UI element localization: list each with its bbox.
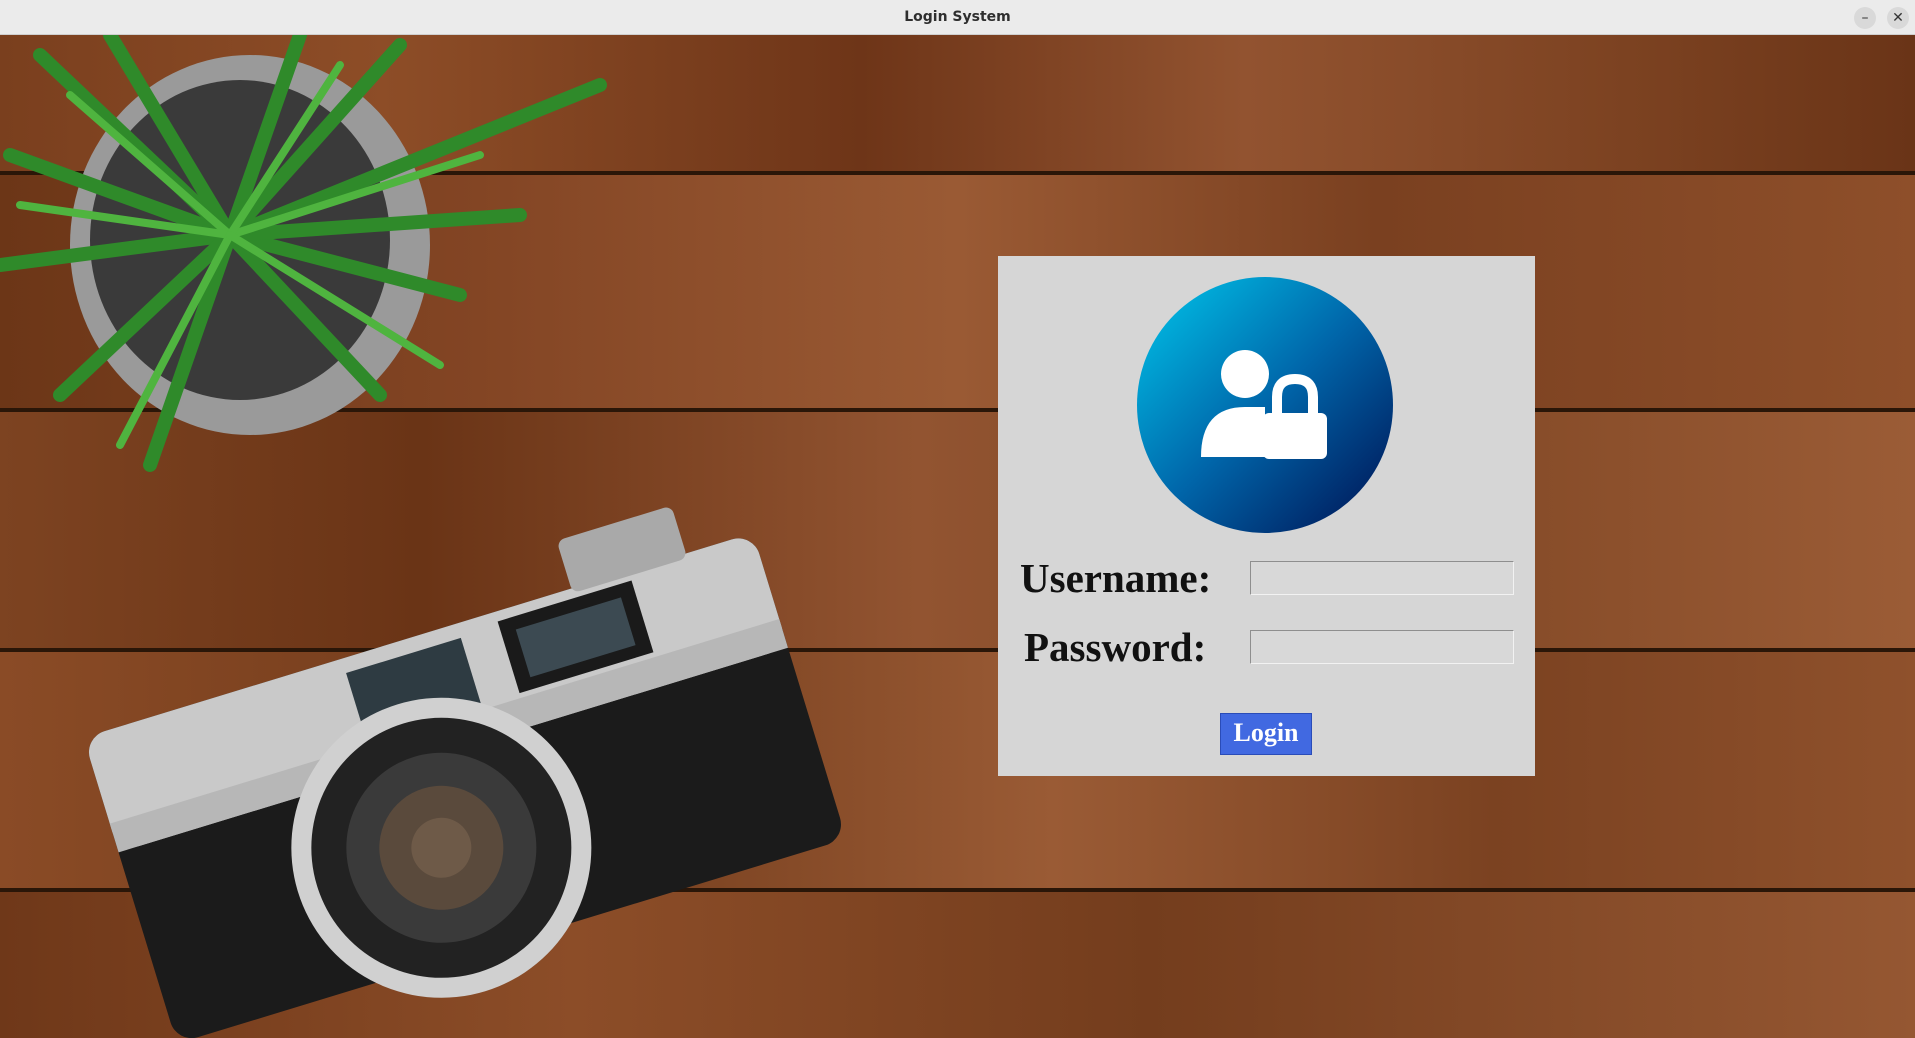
close-button[interactable]: ✕ bbox=[1887, 7, 1909, 29]
camera-icon bbox=[88, 507, 841, 1038]
minimize-button[interactable]: – bbox=[1854, 7, 1876, 29]
title-bar[interactable]: Login System – ✕ bbox=[0, 0, 1915, 35]
login-button[interactable]: Login bbox=[1220, 713, 1312, 755]
password-input[interactable] bbox=[1250, 630, 1514, 664]
app-window: Login System – ✕ Username: Password: Log… bbox=[0, 0, 1915, 1038]
wood-background bbox=[0, 35, 1915, 1038]
login-panel: Username: Password: Login bbox=[998, 256, 1535, 776]
window-title: Login System bbox=[904, 9, 1011, 25]
password-label: Password: bbox=[1024, 624, 1207, 670]
plant-icon bbox=[0, 35, 607, 472]
username-label: Username: bbox=[1020, 555, 1212, 601]
user-lock-icon bbox=[1137, 277, 1393, 533]
username-input[interactable] bbox=[1250, 561, 1514, 595]
